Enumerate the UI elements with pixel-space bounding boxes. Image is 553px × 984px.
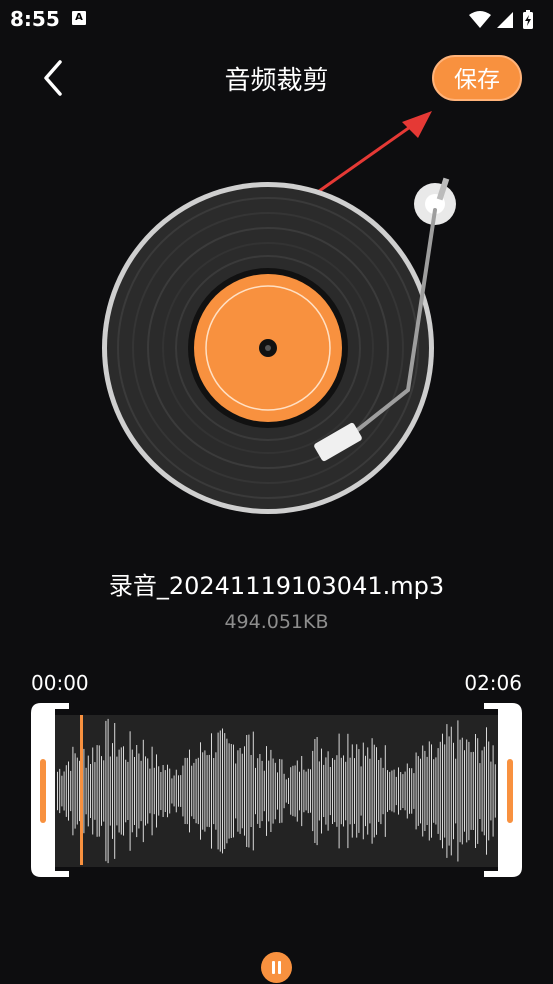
signal-icon	[497, 12, 513, 28]
trim-handle-right[interactable]	[482, 703, 522, 877]
wifi-icon	[469, 11, 491, 28]
audio-waveform[interactable]	[55, 703, 498, 877]
play-pause-button[interactable]	[261, 952, 292, 983]
save-button[interactable]: 保存	[432, 55, 522, 101]
file-name: 录音_20241119103041.mp3	[108, 572, 445, 600]
playhead	[80, 715, 83, 865]
battery-charging-icon	[523, 10, 533, 29]
notification-a-icon: A	[72, 11, 86, 25]
pause-icon	[272, 961, 275, 974]
trim-start-time: 00:00	[31, 671, 89, 695]
status-bar: 8:55 A	[0, 0, 553, 40]
status-icons	[469, 10, 533, 29]
trim-handle-left[interactable]	[31, 703, 71, 877]
trim-end-time: 02:06	[464, 671, 522, 695]
file-size: 494.051KB	[224, 611, 329, 633]
status-time: 8:55	[10, 7, 60, 31]
tonearm	[314, 177, 456, 462]
